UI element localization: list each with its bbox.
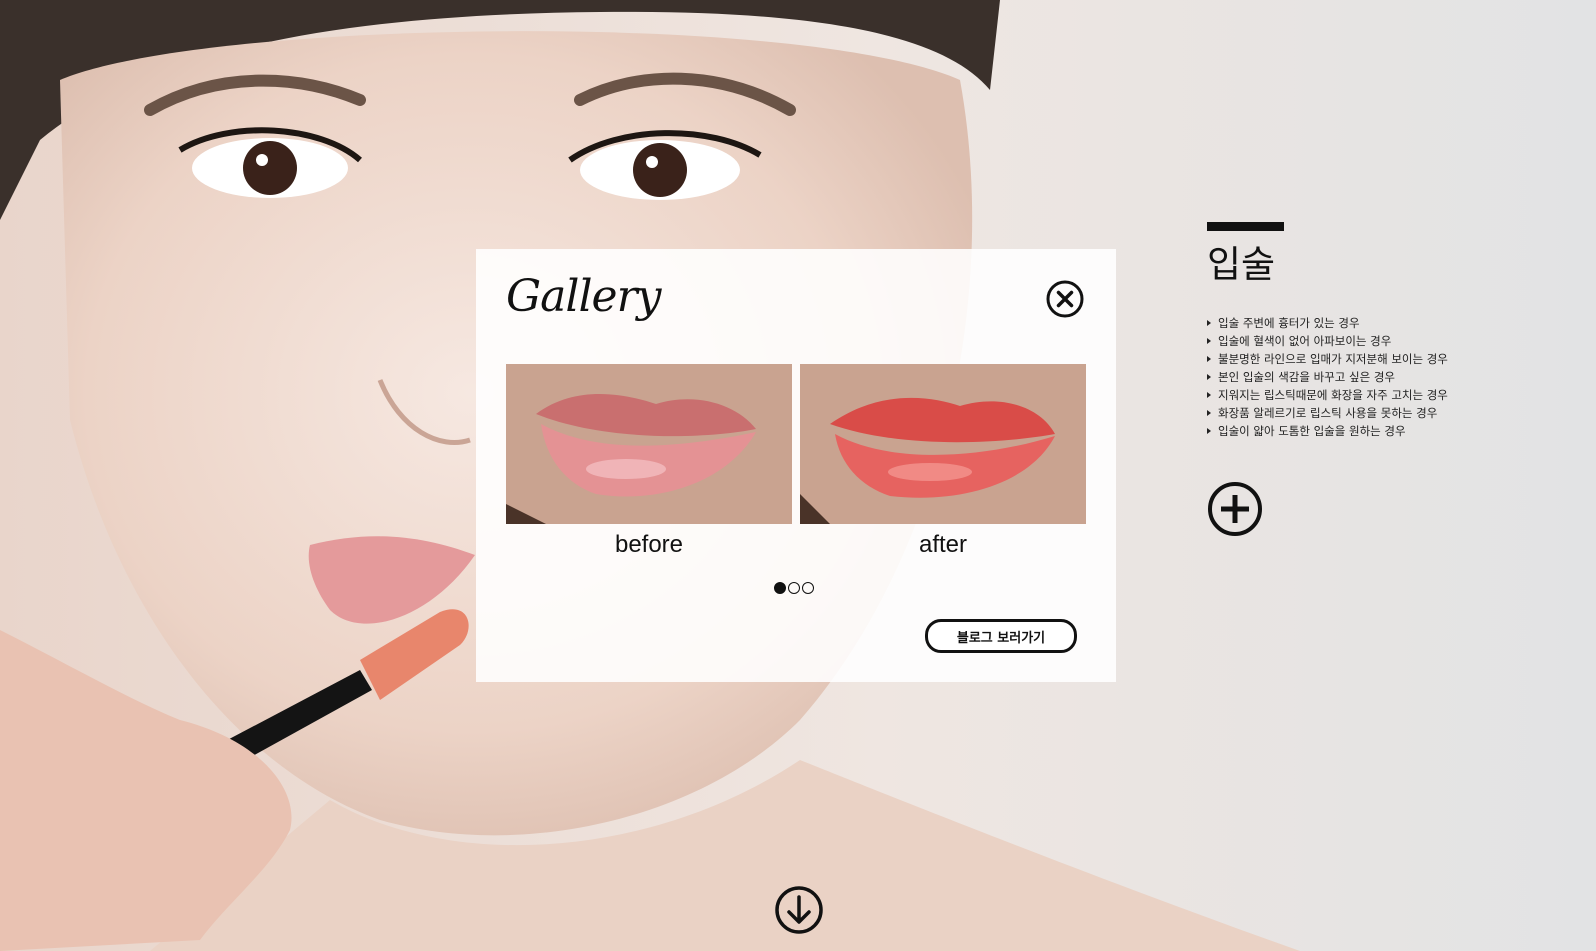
pagination-dot-3[interactable] bbox=[802, 582, 814, 594]
gallery-title: Gallery bbox=[506, 271, 661, 322]
after-photo bbox=[800, 364, 1086, 524]
more-button[interactable] bbox=[1207, 481, 1263, 537]
arrow-down-circle-icon bbox=[775, 886, 823, 934]
close-button[interactable] bbox=[1046, 280, 1084, 318]
bullet-icon bbox=[1207, 409, 1211, 416]
title-accent-bar bbox=[1207, 222, 1284, 231]
list-item: 입술에 혈색이 없어 아파보이는 경우 bbox=[1207, 332, 1527, 350]
indication-list: 입술 주변에 흉터가 있는 경우 입술에 혈색이 없어 아파보이는 경우 불분명… bbox=[1207, 314, 1527, 440]
list-item: 입술 주변에 흉터가 있는 경우 bbox=[1207, 314, 1527, 332]
bullet-icon bbox=[1207, 355, 1211, 362]
after-label: after bbox=[918, 531, 968, 558]
list-item-text: 본인 입술의 색감을 바꾸고 싶은 경우 bbox=[1218, 369, 1395, 384]
gallery-modal: Gallery before after 블로그 보러가기 bbox=[476, 249, 1116, 682]
pagination-dot-2[interactable] bbox=[788, 582, 800, 594]
plus-circle-icon bbox=[1208, 482, 1262, 536]
bullet-icon bbox=[1207, 391, 1211, 398]
list-item-text: 입술에 혈색이 없어 아파보이는 경우 bbox=[1218, 333, 1392, 348]
bullet-icon bbox=[1207, 337, 1211, 344]
view-blog-button[interactable]: 블로그 보러가기 bbox=[925, 619, 1077, 653]
bullet-icon bbox=[1207, 373, 1211, 380]
before-photo bbox=[506, 364, 792, 524]
list-item-text: 지워지는 립스틱때문에 화장을 자주 고치는 경우 bbox=[1218, 387, 1448, 402]
lips-before-image bbox=[506, 364, 792, 524]
scroll-down-button[interactable] bbox=[774, 885, 824, 935]
list-item-text: 화장품 알레르기로 립스틱 사용을 못하는 경우 bbox=[1218, 405, 1438, 420]
bullet-icon bbox=[1207, 427, 1211, 434]
before-label: before bbox=[614, 531, 684, 558]
close-circle-icon bbox=[1046, 280, 1084, 318]
section-title: 입술 bbox=[1207, 243, 1276, 286]
list-item: 본인 입술의 색감을 바꾸고 싶은 경우 bbox=[1207, 368, 1527, 386]
lips-after-image bbox=[800, 364, 1086, 524]
list-item: 지워지는 립스틱때문에 화장을 자주 고치는 경우 bbox=[1207, 386, 1527, 404]
bullet-icon bbox=[1207, 319, 1211, 326]
pagination-dot-1[interactable] bbox=[774, 582, 786, 594]
list-item-text: 입술이 얇아 도톰한 입술을 원하는 경우 bbox=[1218, 423, 1406, 438]
list-item-text: 입술 주변에 흉터가 있는 경우 bbox=[1218, 315, 1360, 330]
lip-info-panel: 입술 입술 주변에 흉터가 있는 경우 입술에 혈색이 없어 아파보이는 경우 … bbox=[1207, 222, 1527, 536]
slider-pagination bbox=[774, 582, 814, 594]
list-item: 불분명한 라인으로 입매가 지저분해 보이는 경우 bbox=[1207, 350, 1527, 368]
list-item-text: 불분명한 라인으로 입매가 지저분해 보이는 경우 bbox=[1218, 351, 1448, 366]
list-item: 화장품 알레르기로 립스틱 사용을 못하는 경우 bbox=[1207, 404, 1527, 422]
list-item: 입술이 얇아 도톰한 입술을 원하는 경우 bbox=[1207, 422, 1527, 440]
